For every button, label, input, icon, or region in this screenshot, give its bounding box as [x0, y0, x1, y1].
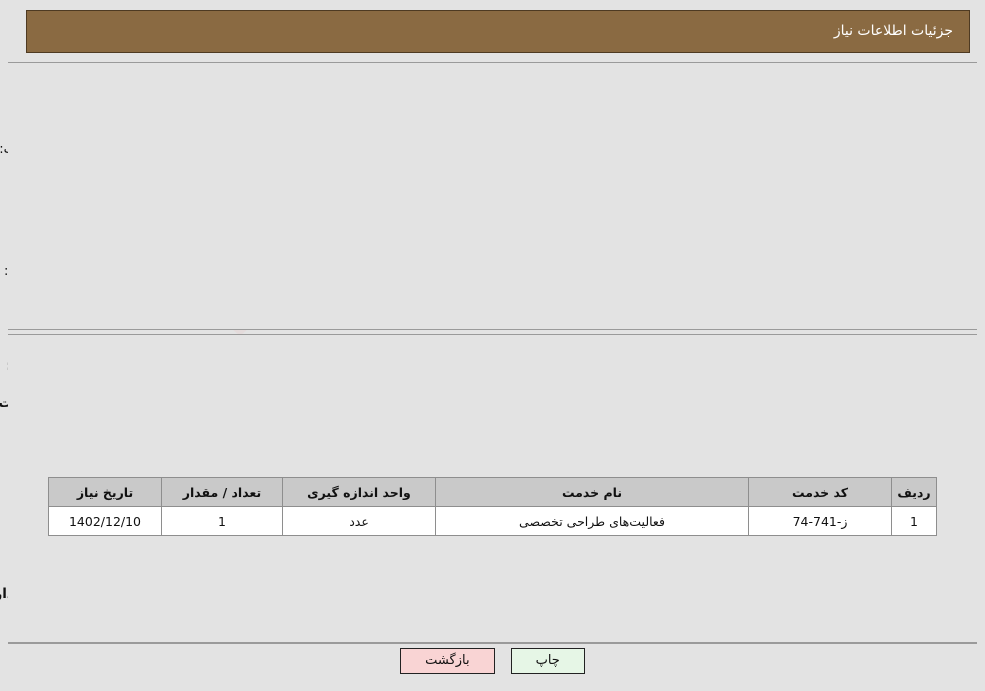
table-header-unit: واحد اندازه گیری — [282, 477, 436, 507]
table-header-date: تاریخ نیاز — [48, 477, 162, 507]
page-header: جزئیات اطلاعات نیاز — [26, 10, 970, 53]
back-button[interactable]: بازگشت — [400, 648, 495, 674]
cell-radif: 1 — [891, 506, 937, 536]
print-button[interactable]: چاپ — [510, 648, 585, 674]
table-header-row: ردیف کد خدمت نام خدمت واحد اندازه گیری ت… — [48, 477, 937, 507]
table-header-name: نام خدمت — [435, 477, 749, 507]
table-row: 1 ز-741-74 فعالیت‌های طراحی تخصصی عدد 1 … — [48, 506, 937, 536]
table-header-code: کد خدمت — [748, 477, 892, 507]
table-header-radif: ردیف — [891, 477, 937, 507]
cell-date: 1402/12/10 — [48, 506, 162, 536]
cell-name: فعالیت‌های طراحی تخصصی — [435, 506, 749, 536]
cell-code: ز-741-74 — [748, 506, 892, 536]
footer-divider — [8, 643, 977, 644]
button-bar: چاپ بازگشت — [0, 648, 985, 674]
cell-qty: 1 — [161, 506, 283, 536]
services-table: ردیف کد خدمت نام خدمت واحد اندازه گیری ت… — [48, 477, 937, 536]
page-title: جزئیات اطلاعات نیاز — [833, 23, 953, 39]
table-header-qty: تعداد / مقدار — [161, 477, 283, 507]
need-info-panel — [8, 62, 977, 330]
cell-unit: عدد — [282, 506, 436, 536]
